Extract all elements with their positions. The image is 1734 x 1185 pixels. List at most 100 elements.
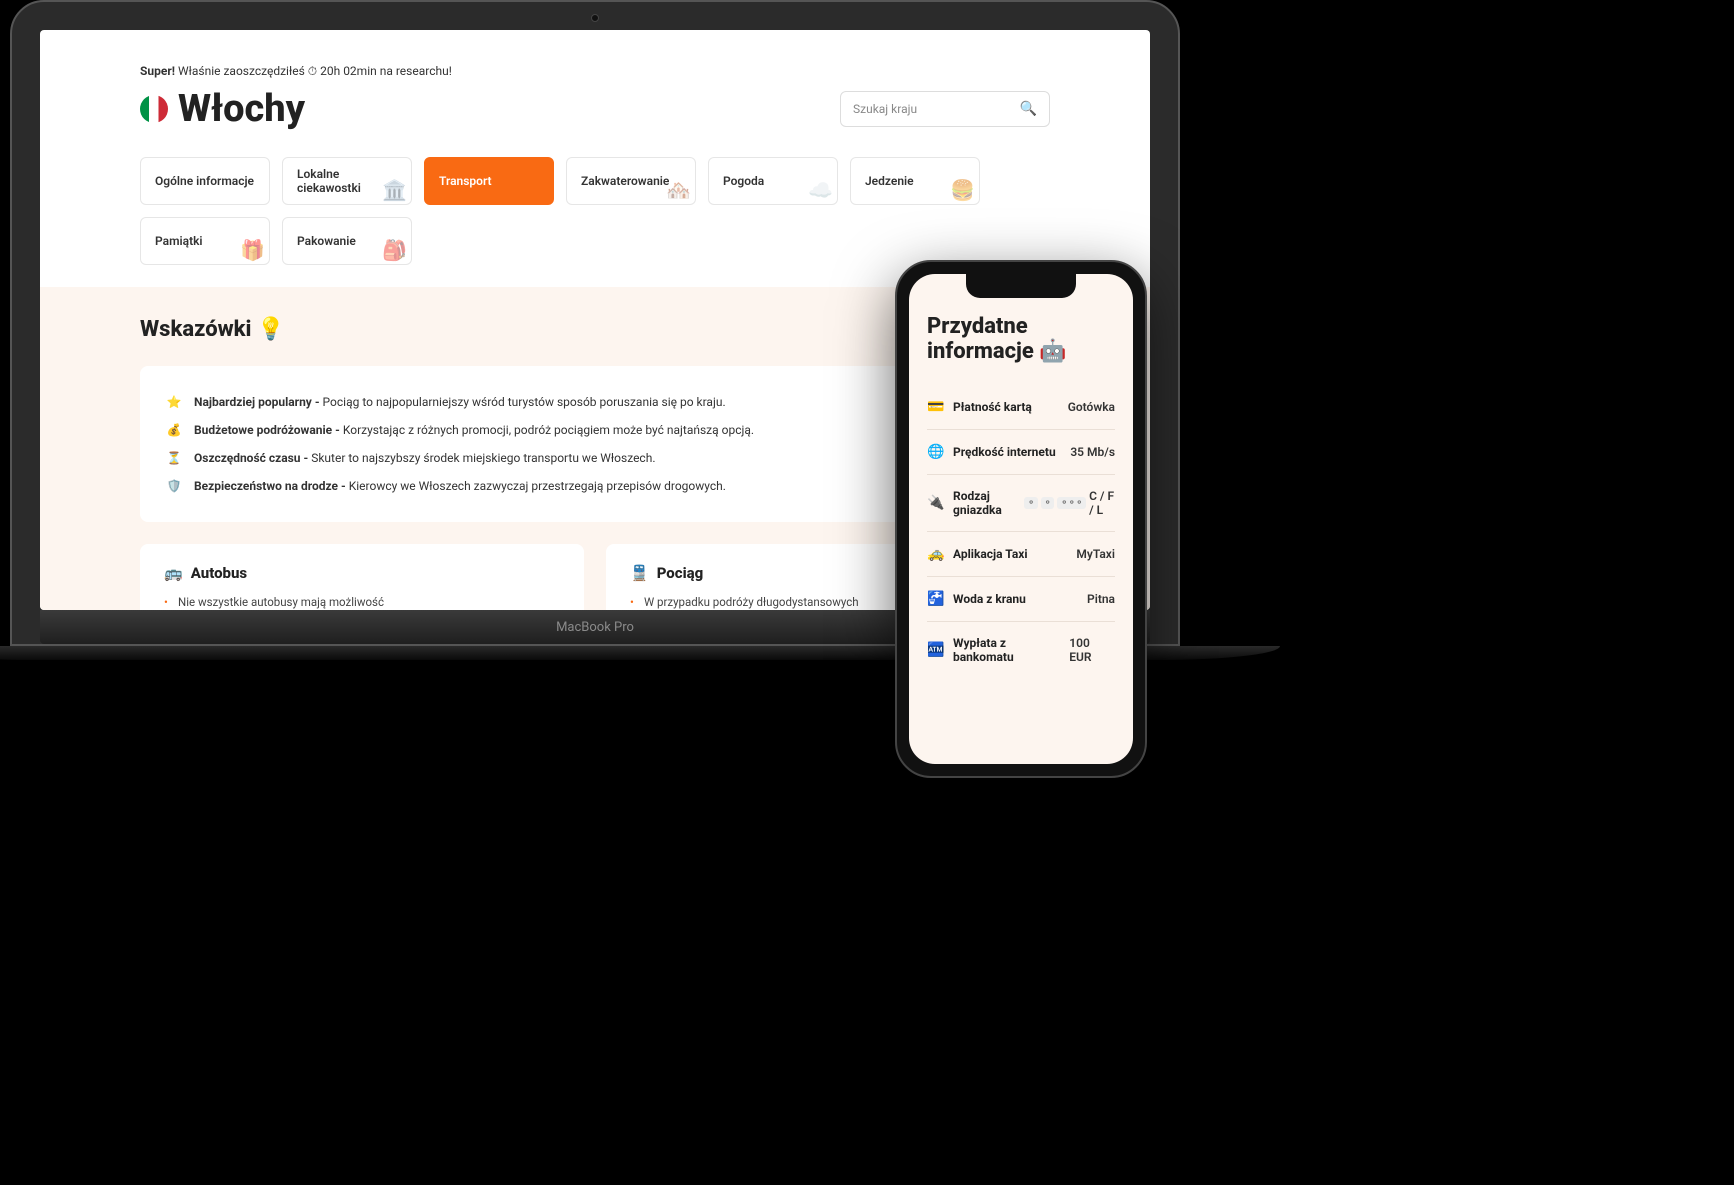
- info-row-taxi: 🚕 Aplikacja Taxi MyTaxi: [927, 532, 1115, 577]
- laptop-camera: [591, 14, 599, 22]
- atm-icon: 🏧: [927, 642, 943, 658]
- info-value: Pitna: [1087, 592, 1115, 606]
- tab-accommodation[interactable]: Zakwaterowanie 🏘️: [566, 157, 696, 205]
- tip-text: Oszczędność czasu - Skuter to najszybszy…: [194, 451, 656, 465]
- plug-icon: 🔌: [927, 495, 943, 511]
- savings-prefix: Super!: [140, 64, 175, 78]
- card-list: Nie wszystkie autobusy mają możliwość: [164, 594, 560, 610]
- hourglass-icon: ⏳: [166, 451, 182, 465]
- socket-types: C / F / L: [1089, 489, 1115, 517]
- tab-food[interactable]: Jedzenie 🍔: [850, 157, 980, 205]
- phone-body: Przydatne informacje 🤖 💳 Płatność kartą …: [895, 260, 1147, 778]
- tab-deco-icon: 🏘️: [666, 178, 691, 202]
- card-heading: 🚌 Autobus: [164, 564, 560, 582]
- tip-bold: Bezpieczeństwo na drodze -: [194, 479, 349, 493]
- card-bus: 🚌 Autobus Nie wszystkie autobusy mają mo…: [140, 544, 584, 610]
- star-icon: ⭐: [166, 395, 182, 409]
- tab-deco-icon: ☁️: [808, 178, 833, 202]
- tab-souvenirs[interactable]: Pamiątki 🎁: [140, 217, 270, 265]
- tip-text: Najbardziej popularny - Pociąg to najpop…: [194, 395, 726, 409]
- search-placeholder: Szukaj kraju: [853, 102, 917, 116]
- info-left: 🔌 Rodzaj gniazdka: [927, 489, 1024, 517]
- savings-banner: Super! Właśnie zaoszczędziłeś ⏱ 20h 02mi…: [140, 64, 1050, 79]
- info-row-internet: 🌐 Prędkość internetu 35 Mb/s: [927, 430, 1115, 475]
- savings-text: Właśnie zaoszczędziłeś: [175, 64, 308, 78]
- tab-label: Pamiątki: [155, 234, 203, 248]
- list-item: Nie wszystkie autobusy mają możliwość: [164, 594, 560, 610]
- tab-general-info[interactable]: Ogólne informacje: [140, 157, 270, 205]
- info-value: 100 EUR: [1069, 636, 1115, 664]
- tab-weather[interactable]: Pogoda ☁️: [708, 157, 838, 205]
- phone-notch: [966, 274, 1076, 298]
- shield-icon: 🛡️: [166, 479, 182, 493]
- info-label: Woda z kranu: [953, 592, 1026, 606]
- search-icon: 🔍: [1020, 101, 1037, 117]
- info-left: 🌐 Prędkość internetu: [927, 444, 1056, 460]
- socket-chip: ⚬⚬⚬: [1057, 497, 1086, 509]
- info-row-payment: 💳 Płatność kartą Gotówka: [927, 385, 1115, 430]
- tip-bold: Budżetowe podróżowanie -: [194, 423, 343, 437]
- clock-icon: ⏱: [308, 64, 317, 78]
- info-left: 🏧 Wypłata z bankomatu: [927, 636, 1069, 664]
- tip-text: Budżetowe podróżowanie - Korzystając z r…: [194, 423, 754, 437]
- info-label: Prędkość internetu: [953, 445, 1056, 459]
- info-value: Gotówka: [1068, 400, 1115, 414]
- tab-deco-icon: 🎁: [240, 238, 265, 262]
- country-title: Włochy: [140, 87, 305, 131]
- country-name: Włochy: [178, 87, 305, 131]
- card-title: Pociąg: [657, 564, 704, 582]
- card-title: Autobus: [191, 564, 247, 582]
- globe-icon: 🌐: [927, 444, 943, 460]
- italy-flag-icon: [140, 95, 168, 123]
- tab-label: Ogólne informacje: [155, 174, 254, 188]
- tab-deco-icon: 🍔: [950, 178, 975, 202]
- header-row: Włochy Szukaj kraju 🔍: [140, 87, 1050, 131]
- card-icon: 💳: [927, 399, 943, 415]
- tab-label: Pogoda: [723, 174, 764, 188]
- tab-label: Jedzenie: [865, 174, 914, 188]
- taxi-icon: 🚕: [927, 546, 943, 562]
- info-row-socket: 🔌 Rodzaj gniazdka ⚬ ⚬ ⚬⚬⚬ C / F / L: [927, 475, 1115, 532]
- tab-deco-icon: 🎒: [382, 238, 407, 262]
- laptop-label: MacBook Pro: [556, 620, 634, 635]
- info-value: 35 Mb/s: [1070, 445, 1115, 459]
- tip-text: Bezpieczeństwo na drodze - Kierowcy we W…: [194, 479, 726, 493]
- socket-chip: ⚬: [1041, 497, 1055, 509]
- phone-mockup: Przydatne informacje 🤖 💳 Płatność kartą …: [895, 260, 1147, 778]
- info-left: 🚰 Woda z kranu: [927, 591, 1026, 607]
- info-value: MyTaxi: [1076, 547, 1115, 561]
- info-row-water: 🚰 Woda z kranu Pitna: [927, 577, 1115, 622]
- info-value: ⚬ ⚬ ⚬⚬⚬ C / F / L: [1024, 489, 1115, 517]
- tab-packing[interactable]: Pakowanie 🎒: [282, 217, 412, 265]
- bus-icon: 🚌: [164, 564, 183, 582]
- money-icon: 💰: [166, 423, 182, 437]
- info-label: Rodzaj gniazdka: [953, 489, 1024, 517]
- info-label: Wypłata z bankomatu: [953, 636, 1069, 664]
- tip-body: Skuter to najszybszy środek miejskiego t…: [311, 451, 655, 465]
- phone-section-title: Przydatne informacje 🤖: [927, 314, 1115, 365]
- tip-body: Korzystając z różnych promocji, podróż p…: [343, 423, 754, 437]
- category-tabs: Ogólne informacje Lokalne ciekawostki 🏛️…: [140, 157, 1050, 265]
- tab-local-trivia[interactable]: Lokalne ciekawostki 🏛️: [282, 157, 412, 205]
- tip-body: Kierowcy we Włoszech zazwyczaj przestrze…: [349, 479, 726, 493]
- tip-body: Pociąg to najpopularniejszy wśród turyst…: [323, 395, 726, 409]
- info-left: 🚕 Aplikacja Taxi: [927, 546, 1028, 562]
- search-input[interactable]: Szukaj kraju 🔍: [840, 91, 1050, 127]
- savings-time: 20h 02min na researchu!: [317, 64, 452, 78]
- tip-bold: Oszczędność czasu -: [194, 451, 311, 465]
- tap-icon: 🚰: [927, 591, 943, 607]
- train-icon: 🚆: [630, 564, 649, 582]
- tab-deco-icon: 🏛️: [382, 178, 407, 202]
- tab-transport[interactable]: Transport: [424, 157, 554, 205]
- tab-label: Pakowanie: [297, 234, 356, 248]
- info-left: 💳 Płatność kartą: [927, 399, 1032, 415]
- phone-screen: Przydatne informacje 🤖 💳 Płatność kartą …: [909, 274, 1133, 764]
- tab-label: Transport: [439, 174, 492, 188]
- info-label: Płatność kartą: [953, 400, 1032, 414]
- socket-chip: ⚬: [1024, 497, 1038, 509]
- tab-label: Zakwaterowanie: [581, 174, 669, 188]
- info-row-atm: 🏧 Wypłata z bankomatu 100 EUR: [927, 622, 1115, 678]
- tip-bold: Najbardziej popularny -: [194, 395, 323, 409]
- info-label: Aplikacja Taxi: [953, 547, 1028, 561]
- info-list: 💳 Płatność kartą Gotówka 🌐 Prędkość inte…: [927, 385, 1115, 678]
